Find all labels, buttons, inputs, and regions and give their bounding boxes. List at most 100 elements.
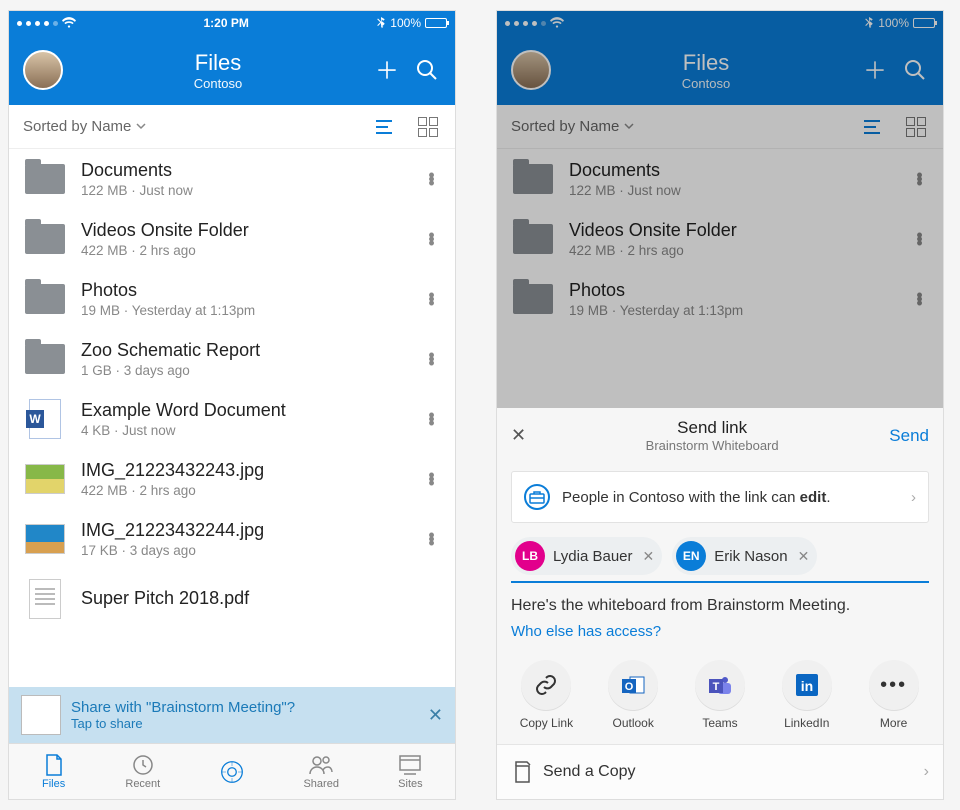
sheet-subtitle: Brainstorm Whiteboard bbox=[535, 438, 889, 453]
item-more-button[interactable]: ••• bbox=[421, 353, 441, 365]
bottom-tab-bar: Files Recent Shared Sites bbox=[9, 743, 455, 799]
list-item[interactable]: Example Word Document4 KB · Just now••• bbox=[9, 389, 455, 449]
status-bar: 1:20 PM 100% bbox=[9, 11, 455, 35]
share-app-outlook[interactable]: OOutlook bbox=[597, 660, 669, 730]
chevron-right-icon: › bbox=[924, 763, 929, 781]
list-item[interactable]: IMG_21223432243.jpg422 MB · 2 hrs ago••• bbox=[9, 449, 455, 509]
share-sheet: ✕ Send link Brainstorm Whiteboard Send P… bbox=[497, 408, 943, 799]
link-permissions-button[interactable]: People in Contoso with the link can edit… bbox=[511, 471, 929, 523]
share-apps-row: Copy Link OOutlook TTeams inLinkedIn •••… bbox=[497, 650, 943, 744]
signal-dots bbox=[17, 17, 76, 29]
send-a-copy-button[interactable]: Send a Copy › bbox=[497, 744, 943, 799]
link-icon bbox=[521, 660, 571, 710]
banner-thumbnail bbox=[21, 695, 61, 735]
svg-text:O: O bbox=[625, 681, 634, 693]
clock-icon bbox=[131, 754, 155, 776]
list-item[interactable]: IMG_21223432244.jpg17 KB · 3 days ago••• bbox=[9, 509, 455, 569]
bluetooth-icon bbox=[376, 17, 386, 29]
share-app-more[interactable]: •••More bbox=[858, 660, 930, 730]
svg-text:in: in bbox=[801, 678, 813, 694]
search-icon bbox=[415, 58, 439, 82]
recipient-chips: LB Lydia Bauer ✕ EN Erik Nason ✕ bbox=[497, 531, 943, 581]
view-list-button[interactable] bbox=[371, 114, 397, 140]
people-icon bbox=[309, 754, 333, 776]
sheet-title: Send link bbox=[535, 418, 889, 438]
document-icon bbox=[29, 579, 61, 619]
teams-icon: T bbox=[695, 660, 745, 710]
recipient-chip[interactable]: EN Erik Nason ✕ bbox=[672, 537, 817, 575]
app-header: Files Contoso bbox=[9, 35, 455, 105]
item-more-button[interactable]: ••• bbox=[421, 473, 441, 485]
item-more-button[interactable]: ••• bbox=[421, 533, 441, 545]
file-list[interactable]: Documents122 MB · Just now••• Videos Ons… bbox=[9, 149, 455, 743]
share-app-teams[interactable]: TTeams bbox=[684, 660, 756, 730]
folder-icon bbox=[25, 224, 65, 254]
list-item[interactable]: Photos19 MB · Yesterday at 1:13pm••• bbox=[9, 269, 455, 329]
folder-icon bbox=[25, 284, 65, 314]
list-view-icon bbox=[372, 118, 396, 136]
list-item[interactable]: Videos Onsite Folder422 MB · 2 hrs ago••… bbox=[9, 209, 455, 269]
tab-camera[interactable] bbox=[187, 744, 276, 799]
banner-dismiss-button[interactable]: ✕ bbox=[428, 705, 443, 726]
camera-lens-icon bbox=[220, 761, 244, 783]
sort-selector[interactable]: Sorted by Name bbox=[23, 118, 146, 135]
view-grid-button[interactable] bbox=[415, 114, 441, 140]
avatar-initials: EN bbox=[676, 541, 706, 571]
outlook-icon: O bbox=[608, 660, 658, 710]
word-doc-icon bbox=[29, 399, 61, 439]
svg-text:T: T bbox=[713, 681, 720, 693]
grid-view-icon bbox=[418, 117, 438, 137]
remove-chip-button[interactable]: ✕ bbox=[643, 548, 655, 565]
folder-icon bbox=[25, 164, 65, 194]
tab-shared[interactable]: Shared bbox=[277, 744, 366, 799]
tab-recent[interactable]: Recent bbox=[98, 744, 187, 799]
share-app-linkedin[interactable]: inLinkedIn bbox=[771, 660, 843, 730]
item-more-button[interactable]: ••• bbox=[421, 293, 441, 305]
send-button[interactable]: Send bbox=[889, 426, 929, 446]
filter-bar: Sorted by Name bbox=[9, 105, 455, 149]
battery-percent: 100% bbox=[390, 16, 421, 30]
sheet-close-button[interactable]: ✕ bbox=[511, 425, 535, 446]
plus-icon bbox=[374, 57, 400, 83]
tab-files[interactable]: Files bbox=[9, 744, 98, 799]
add-button[interactable] bbox=[373, 56, 401, 84]
item-more-button[interactable]: ••• bbox=[421, 413, 441, 425]
briefcase-icon bbox=[524, 484, 550, 510]
message-text[interactable]: Here's the whiteboard from Brainstorm Me… bbox=[497, 583, 943, 623]
phone-right-share-sheet: 100% FilesContoso Sorted by Name Documen… bbox=[496, 10, 944, 800]
list-item[interactable]: Zoo Schematic Report1 GB · 3 days ago••• bbox=[9, 329, 455, 389]
item-more-button[interactable]: ••• bbox=[421, 233, 441, 245]
profile-avatar[interactable] bbox=[23, 50, 63, 90]
chevron-right-icon: › bbox=[911, 489, 916, 506]
item-more-button[interactable]: ••• bbox=[421, 173, 441, 185]
battery-icon bbox=[425, 18, 447, 28]
more-icon: ••• bbox=[869, 660, 919, 710]
copy-icon bbox=[511, 761, 531, 783]
share-suggestion-banner[interactable]: Share with "Brainstorm Meeting"? Tap to … bbox=[9, 687, 455, 743]
folder-icon bbox=[25, 344, 65, 374]
sheet-header: ✕ Send link Brainstorm Whiteboard Send bbox=[497, 408, 943, 463]
permission-text: People in Contoso with the link can edit… bbox=[562, 489, 899, 506]
recipient-chip[interactable]: LB Lydia Bauer ✕ bbox=[511, 537, 662, 575]
header-title: Files bbox=[75, 50, 361, 76]
sites-icon bbox=[398, 754, 422, 776]
banner-title: Share with "Brainstorm Meeting"? bbox=[71, 699, 418, 716]
header-subtitle: Contoso bbox=[75, 76, 361, 91]
chevron-down-icon bbox=[136, 123, 146, 131]
status-time: 1:20 PM bbox=[76, 16, 376, 30]
tab-sites[interactable]: Sites bbox=[366, 744, 455, 799]
remove-chip-button[interactable]: ✕ bbox=[798, 548, 810, 565]
wifi-icon bbox=[62, 17, 76, 29]
who-has-access-link[interactable]: Who else has access? bbox=[497, 623, 943, 650]
file-icon bbox=[42, 754, 66, 776]
image-icon bbox=[25, 524, 65, 554]
linkedin-icon: in bbox=[782, 660, 832, 710]
avatar-initials: LB bbox=[515, 541, 545, 571]
phone-left-files-view: 1:20 PM 100% Files Contoso Sorted by Nam… bbox=[8, 10, 456, 800]
list-item[interactable]: Super Pitch 2018.pdf bbox=[9, 569, 455, 629]
image-icon bbox=[25, 464, 65, 494]
banner-subtitle: Tap to share bbox=[71, 716, 418, 731]
list-item[interactable]: Documents122 MB · Just now••• bbox=[9, 149, 455, 209]
search-button[interactable] bbox=[413, 56, 441, 84]
share-app-copylink[interactable]: Copy Link bbox=[510, 660, 582, 730]
